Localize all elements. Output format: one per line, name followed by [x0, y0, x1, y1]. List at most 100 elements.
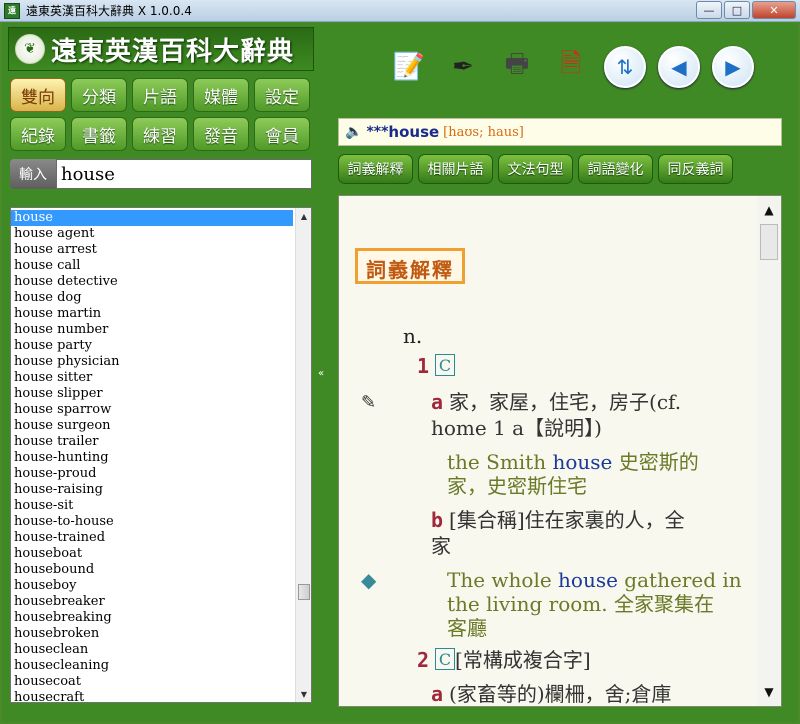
word-list-item[interactable]: house detective [11, 274, 293, 290]
toolbar: 📝 ✒ 🖶 🗎 ⇅ ◀ ▶ [388, 43, 754, 91]
word-list-item[interactable]: housebreaking [11, 610, 293, 626]
word-list-scrollbar[interactable]: ▲ ▼ [295, 208, 311, 702]
nav-media-button[interactable]: 媒體 [193, 78, 249, 112]
back-arrow-icon[interactable]: ◀ [658, 46, 700, 88]
title-bar: 遠 遠東英漢百科大辭典 X 1.0.0.4 — □ ✕ [0, 0, 800, 22]
scroll-up-icon[interactable]: ▲ [757, 198, 781, 222]
search-row: 輸入 house [10, 158, 312, 190]
word-list-item[interactable]: house agent [11, 226, 293, 242]
nav-phrase-button[interactable]: 片語 [132, 78, 188, 112]
nav-category-button[interactable]: 分類 [71, 78, 127, 112]
example-keyword: house [558, 568, 618, 592]
word-list-item[interactable]: housebreaker [11, 594, 293, 610]
definition-text: [集合稱]住在家裏的人，全 [449, 508, 685, 532]
word-list-item[interactable]: house martin [11, 306, 293, 322]
tab-synonyms[interactable]: 同反義詞 [658, 154, 733, 184]
word-list-item[interactable]: house-trained [11, 530, 293, 546]
add-document-icon[interactable]: 🗎 [550, 46, 592, 88]
scroll-up-icon[interactable]: ▲ [296, 208, 311, 224]
sub-sense-letter: b [431, 508, 444, 532]
tab-definitions[interactable]: 詞義解釋 [338, 154, 413, 184]
example-translation: 家，史密斯住宅 [447, 474, 587, 498]
definition-text: [常構成複合字] [455, 648, 591, 672]
word-list[interactable]: house house agent house arrest house call ho… [10, 207, 312, 703]
scroll-down-icon[interactable]: ▼ [296, 686, 311, 702]
word-list-item[interactable]: houseboy [11, 578, 293, 594]
sub-sense-letter: a [431, 682, 444, 706]
example-sentence: The whole house gathered in [447, 568, 742, 592]
word-list-item[interactable]: house sitter [11, 370, 293, 386]
scroll-thumb[interactable] [760, 224, 778, 260]
scroll-down-icon[interactable]: ▼ [757, 680, 781, 704]
word-list-item[interactable]: house number [11, 322, 293, 338]
word-list-item[interactable]: house-to-house [11, 514, 293, 530]
panel-collapse-icon[interactable]: « [316, 363, 326, 383]
printer-icon[interactable]: 🖶 [496, 46, 538, 88]
search-input[interactable]: house [56, 159, 312, 189]
word-list-item[interactable]: house-raising [11, 482, 293, 498]
tab-phrases[interactable]: 相關片語 [418, 154, 493, 184]
example-gem-icon[interactable]: ◆ [361, 568, 387, 592]
app-icon: 遠 [4, 2, 20, 19]
nav-history-button[interactable]: 紀錄 [10, 117, 66, 151]
nav-grid: 雙向 分類 片語 媒體 設定 紀錄 書籤 練習 發音 會員 [10, 78, 312, 151]
nav-bookmark-button[interactable]: 書籤 [71, 117, 127, 151]
pronunciation: [haʊs; haus] [443, 124, 524, 140]
nav-pronunciation-button[interactable]: 發音 [193, 117, 249, 151]
word-list-item[interactable]: house dog [11, 290, 293, 306]
note-edit-icon[interactable]: ✎ [361, 392, 383, 418]
right-panel: 📝 ✒ 🖶 🗎 ⇅ ◀ ▶ 🔈 *** house [haʊs; haus] 詞… [328, 27, 792, 710]
content-scrollbar[interactable]: ▲ ▼ [757, 196, 781, 706]
word-list-item[interactable]: house-hunting [11, 450, 293, 466]
nav-settings-button[interactable]: 設定 [254, 78, 310, 112]
headword: house [388, 123, 440, 141]
logo-emblem-icon: ❦ [15, 34, 45, 64]
nav-member-button[interactable]: 會員 [254, 117, 310, 151]
word-list-item[interactable]: house arrest [11, 242, 293, 258]
word-list-item[interactable]: housebound [11, 562, 293, 578]
speaker-icon[interactable]: 🔈 [345, 124, 362, 140]
swap-direction-icon[interactable]: ⇅ [604, 46, 646, 88]
sense-number: 1 [417, 354, 430, 378]
minimize-button[interactable]: — [696, 1, 722, 19]
nav-bidirectional-button[interactable]: 雙向 [10, 78, 66, 112]
tab-word-forms[interactable]: 詞語變化 [578, 154, 653, 184]
entry-content: 詞義解釋 n. 1C ✎ a 家，家屋，住宅，房子(cf. home 1 a【說明… [338, 195, 782, 707]
word-list-item[interactable]: houseclean [11, 642, 293, 658]
word-list-item[interactable]: house party [11, 338, 293, 354]
example-sentence: the Smith house 史密斯的 [447, 450, 699, 474]
word-list-item[interactable]: housecraft [11, 690, 293, 702]
word-list-item[interactable]: house sparrow [11, 402, 293, 418]
window-title: 遠東英漢百科大辭典 X 1.0.0.4 [26, 4, 192, 18]
nav-practice-button[interactable]: 練習 [132, 117, 188, 151]
word-list-item[interactable]: houseboat [11, 546, 293, 562]
word-list-item[interactable]: house trailer [11, 434, 293, 450]
forward-arrow-icon[interactable]: ▶ [712, 46, 754, 88]
maximize-button[interactable]: □ [724, 1, 750, 19]
word-list-item[interactable]: house surgeon [11, 418, 293, 434]
app-logo: ❦ 遠東英漢百科大辭典 [8, 27, 314, 71]
word-list-item[interactable]: housecleaning [11, 658, 293, 674]
sense-number: 2 [417, 648, 430, 672]
sense-1b: b [集合稱]住在家裏的人，全 [431, 508, 761, 532]
word-list-item[interactable]: house call [11, 258, 293, 274]
pen-icon[interactable]: ✒ [442, 46, 484, 88]
tab-grammar[interactable]: 文法句型 [498, 154, 573, 184]
notes-icon[interactable]: 📝 [388, 46, 430, 88]
example-translation: the living room. 全家聚集在 [447, 592, 714, 616]
word-list-item[interactable]: housecoat [11, 674, 293, 690]
part-of-speech: n. [403, 324, 423, 348]
entry-tabs: 詞義解釋 相關片語 文法句型 詞語變化 同反義詞 [338, 154, 733, 184]
word-list-item[interactable]: house-proud [11, 466, 293, 482]
scroll-thumb[interactable] [298, 584, 310, 600]
word-list-item[interactable]: housebroken [11, 626, 293, 642]
close-button[interactable]: ✕ [752, 1, 796, 19]
section-heading: 詞義解釋 [355, 248, 465, 284]
countable-badge: C [435, 354, 456, 376]
word-list-item[interactable]: house [11, 210, 293, 226]
word-list-item[interactable]: house-sit [11, 498, 293, 514]
word-list-item[interactable]: house physician [11, 354, 293, 370]
example-keyword: house [552, 450, 613, 474]
countable-badge: C [435, 648, 456, 670]
word-list-item[interactable]: house slipper [11, 386, 293, 402]
